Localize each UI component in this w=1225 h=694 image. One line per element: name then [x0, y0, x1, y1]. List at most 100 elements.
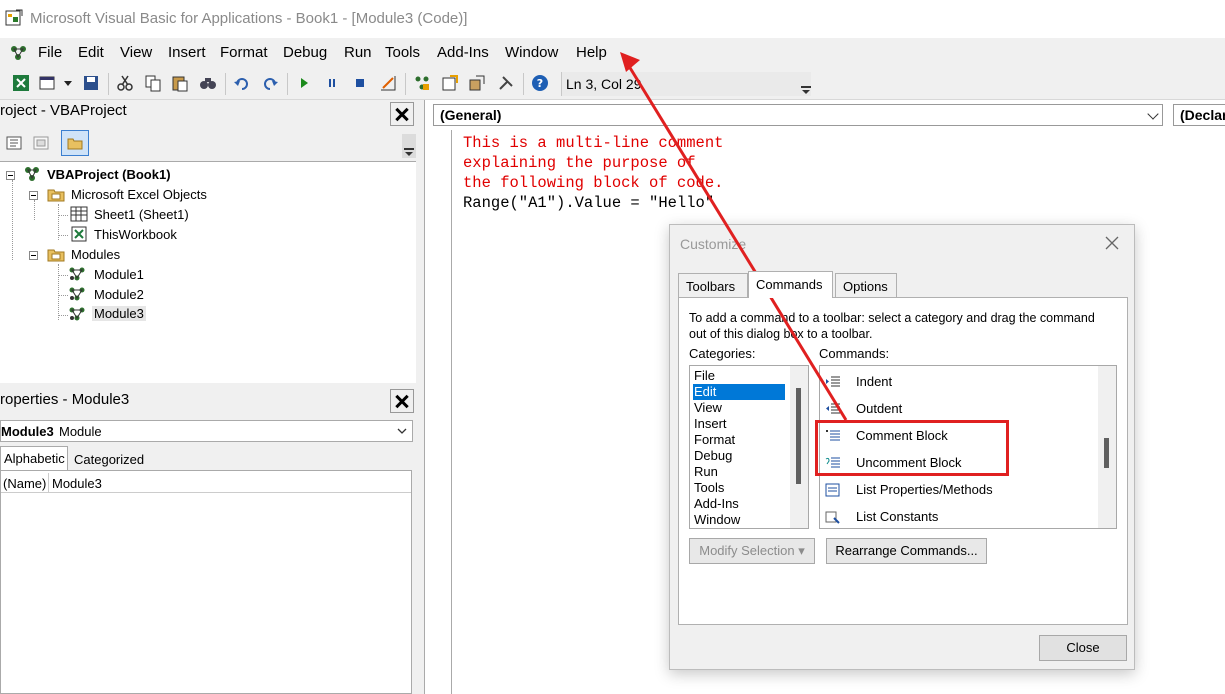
tab-options[interactable]: Options	[835, 273, 897, 298]
run-icon[interactable]	[295, 74, 313, 92]
menu-help[interactable]: Help	[576, 44, 607, 61]
tab-toolbars[interactable]: Toolbars	[678, 273, 748, 298]
command-indent[interactable]: Indent	[856, 374, 892, 389]
find-icon[interactable]	[199, 74, 217, 92]
vba-menu-icon[interactable]	[8, 43, 30, 63]
collapse-toggle[interactable]	[6, 171, 15, 180]
collapse-toggle[interactable]	[29, 191, 38, 200]
project-tree: VBAProject (Book1) Microsoft Excel Objec…	[0, 161, 416, 383]
category-item[interactable]: Format	[693, 432, 785, 448]
category-item[interactable]: File	[693, 368, 785, 384]
instructions-line: out of this dialog box to a toolbar.	[689, 327, 873, 341]
category-item[interactable]: Insert	[693, 416, 785, 432]
break-icon[interactable]	[323, 74, 341, 92]
tree-item-module2[interactable]: Module2	[94, 287, 144, 302]
menu-run[interactable]: Run	[344, 44, 372, 61]
properties-window-icon[interactable]	[441, 74, 459, 92]
menu-debug[interactable]: Debug	[283, 44, 327, 61]
tree-line	[58, 264, 59, 320]
view-object-icon[interactable]	[33, 135, 49, 151]
menu-format[interactable]: Format	[220, 44, 268, 61]
tree-item-vbaproject[interactable]: VBAProject (Book1)	[47, 167, 171, 182]
design-mode-icon[interactable]	[379, 74, 397, 92]
modify-selection-button[interactable]: Modify Selection ▾	[689, 538, 815, 564]
folder-icon	[47, 189, 65, 202]
menu-file[interactable]: File	[38, 44, 62, 61]
category-item[interactable]: Tools	[693, 480, 785, 496]
rearrange-commands-button[interactable]: Rearrange Commands...	[826, 538, 987, 564]
close-icon[interactable]	[1104, 235, 1120, 251]
toggle-folders-button[interactable]	[61, 130, 89, 156]
reset-icon[interactable]	[351, 74, 369, 92]
project-close-button[interactable]	[390, 102, 414, 126]
outdent-icon	[826, 403, 840, 414]
categories-scrollbar[interactable]	[790, 366, 808, 528]
properties-title: roperties - Module3	[0, 391, 130, 408]
menu-tools[interactable]: Tools	[385, 44, 420, 61]
tab-alphabetic[interactable]: Alphabetic	[0, 446, 68, 470]
toolbar-overflow-icon[interactable]	[402, 134, 416, 158]
menu-view[interactable]: View	[120, 44, 152, 61]
tab-commands[interactable]: Commands	[748, 271, 833, 298]
vba-project-icon	[25, 167, 39, 181]
command-list-properties[interactable]: List Properties/Methods	[856, 482, 993, 497]
chevron-down-icon	[1147, 108, 1159, 120]
tree-item-sheet1[interactable]: Sheet1 (Sheet1)	[94, 207, 189, 222]
code-line[interactable]: the following block of code.	[463, 174, 723, 192]
menu-edit[interactable]: Edit	[78, 44, 104, 61]
excel-icon[interactable]	[12, 74, 30, 92]
category-item[interactable]: View	[693, 400, 785, 416]
code-line[interactable]: explaining the purpose of	[463, 154, 696, 172]
property-value[interactable]: Module3	[52, 476, 102, 491]
menu-add-ins[interactable]: Add-Ins	[437, 44, 489, 61]
scrollbar-thumb[interactable]	[1104, 438, 1109, 468]
redo-icon[interactable]	[261, 74, 279, 92]
project-explorer-icon[interactable]	[413, 74, 431, 92]
close-button[interactable]: Close	[1039, 635, 1127, 661]
command-outdent[interactable]: Outdent	[856, 401, 902, 416]
tree-item-module1[interactable]: Module1	[94, 267, 144, 282]
category-item[interactable]: Run	[693, 464, 785, 480]
help-icon[interactable]: ?	[531, 74, 549, 92]
code-line[interactable]: This is a multi-line comment	[463, 134, 723, 152]
tree-item-thisworkbook[interactable]: ThisWorkbook	[94, 227, 177, 242]
tree-item-modules[interactable]: Modules	[71, 247, 120, 262]
view-code-icon[interactable]	[6, 135, 22, 151]
menu-window[interactable]: Window	[505, 44, 558, 61]
code-line[interactable]: Range("A1").Value = "Hello"	[463, 194, 714, 212]
svg-text:?: ?	[537, 77, 543, 90]
property-row[interactable]: (Name) Module3	[1, 473, 411, 493]
object-browser-icon[interactable]	[468, 74, 486, 92]
copy-icon[interactable]	[144, 74, 162, 92]
properties-close-button[interactable]	[390, 389, 414, 413]
save-icon[interactable]	[82, 74, 100, 92]
category-item[interactable]: Add-Ins	[693, 496, 785, 512]
toolbar-options-icon[interactable]	[800, 76, 812, 96]
menu-insert[interactable]: Insert	[168, 44, 206, 61]
tree-item-excel-objects[interactable]: Microsoft Excel Objects	[71, 187, 207, 202]
command-list-constants[interactable]: List Constants	[856, 509, 938, 524]
dropdown-arrow-icon[interactable]	[62, 74, 74, 92]
paste-icon[interactable]	[171, 74, 189, 92]
list-properties-icon	[825, 483, 840, 497]
procedure-combo[interactable]: (Declara	[1173, 104, 1225, 126]
category-item[interactable]: Debug	[693, 448, 785, 464]
scrollbar-thumb[interactable]	[796, 388, 801, 484]
undo-icon[interactable]	[233, 74, 251, 92]
tree-item-module3[interactable]: Module3	[92, 306, 146, 321]
cursor-position: Ln 3, Col 29	[566, 76, 642, 92]
margin-indicator-bar[interactable]	[425, 130, 452, 694]
tab-categorized[interactable]: Categorized	[69, 448, 147, 470]
commands-scrollbar[interactable]	[1098, 366, 1116, 528]
standard-toolbar: ? Ln 3, Col 29	[0, 68, 1225, 100]
categories-list[interactable]: File Edit View Insert Format Debug Run T…	[689, 365, 809, 529]
category-item[interactable]: Window	[693, 512, 785, 528]
object-select[interactable]: Module3 Module	[0, 420, 413, 442]
object-combo[interactable]: (General)	[433, 104, 1163, 126]
category-item-selected[interactable]: Edit	[693, 384, 785, 400]
toolbox-icon[interactable]	[497, 74, 515, 92]
tree-line	[58, 295, 68, 296]
insert-userform-icon[interactable]	[38, 74, 56, 92]
collapse-toggle[interactable]	[29, 251, 38, 260]
cut-icon[interactable]	[116, 74, 134, 92]
